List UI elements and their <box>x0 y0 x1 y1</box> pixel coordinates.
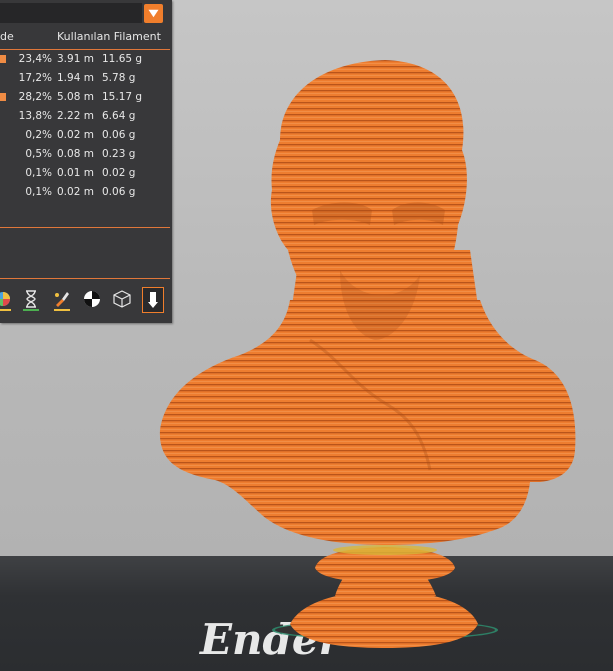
length-cell: 0.02 m <box>57 186 94 198</box>
3d-viewport[interactable]: Ender de Kullanılan Filament 23,4% 3.91 … <box>0 0 613 671</box>
color-wheel-icon[interactable] <box>0 287 14 311</box>
weight-cell: 0.23 g <box>102 148 136 160</box>
length-cell: 1.94 m <box>57 72 94 84</box>
color-swatch <box>0 55 6 63</box>
table-row: 0,1% 0.01 m 0.02 g <box>0 165 172 182</box>
column-header-partial: de <box>0 30 14 43</box>
paint-brush-icon[interactable] <box>51 287 73 311</box>
length-cell: 0.08 m <box>57 148 94 160</box>
table-row: 23,4% 3.91 m 11.65 g <box>0 51 172 68</box>
table-row: 13,8% 2.22 m 6.64 g <box>0 108 172 125</box>
table-row: 17,2% 1.94 m 5.78 g <box>0 70 172 87</box>
percent-cell: 28,2% <box>18 91 52 103</box>
table-row: 0,1% 0.02 m 0.06 g <box>0 184 172 201</box>
view-toolbar <box>0 285 172 315</box>
color-swatch <box>0 93 6 101</box>
weight-cell: 0.06 g <box>102 129 136 141</box>
weight-cell: 5.78 g <box>102 72 136 84</box>
chevron-down-icon <box>148 9 159 18</box>
table-row: 0,5% 0.08 m 0.23 g <box>0 146 172 163</box>
weight-cell: 6.64 g <box>102 110 136 122</box>
weight-cell: 15.17 g <box>102 91 143 103</box>
view-type-dropdown[interactable] <box>0 3 142 23</box>
length-cell: 2.22 m <box>57 110 94 122</box>
hourglass-icon[interactable] <box>20 287 42 311</box>
dropdown-toggle-button[interactable] <box>144 4 163 23</box>
percent-cell: 13,8% <box>18 110 52 122</box>
percent-cell: 23,4% <box>18 53 52 65</box>
checker-circle-icon[interactable] <box>81 287 103 311</box>
length-cell: 5.08 m <box>57 91 94 103</box>
percent-cell: 0,5% <box>25 148 52 160</box>
percent-cell: 17,2% <box>18 72 52 84</box>
section-divider <box>0 227 170 228</box>
header-divider <box>0 49 170 50</box>
weight-cell: 11.65 g <box>102 53 143 65</box>
color-usage-panel: de Kullanılan Filament 23,4% 3.91 m 11.6… <box>0 0 172 323</box>
length-cell: 0.02 m <box>57 129 94 141</box>
percent-cell: 0,2% <box>25 129 52 141</box>
table-row: 0,2% 0.02 m 0.06 g <box>0 127 172 144</box>
percent-cell: 0,1% <box>25 186 52 198</box>
table-row: 28,2% 5.08 m 15.17 g <box>0 89 172 106</box>
length-cell: 3.91 m <box>57 53 94 65</box>
percent-cell: 0,1% <box>25 167 52 179</box>
length-cell: 0.01 m <box>57 167 94 179</box>
weight-cell: 0.06 g <box>102 186 136 198</box>
weight-cell: 0.02 g <box>102 167 136 179</box>
toolbar-divider <box>0 278 170 279</box>
export-icon[interactable] <box>142 287 164 313</box>
column-header-filament: Kullanılan Filament <box>57 30 161 43</box>
cube-icon[interactable] <box>111 287 133 311</box>
